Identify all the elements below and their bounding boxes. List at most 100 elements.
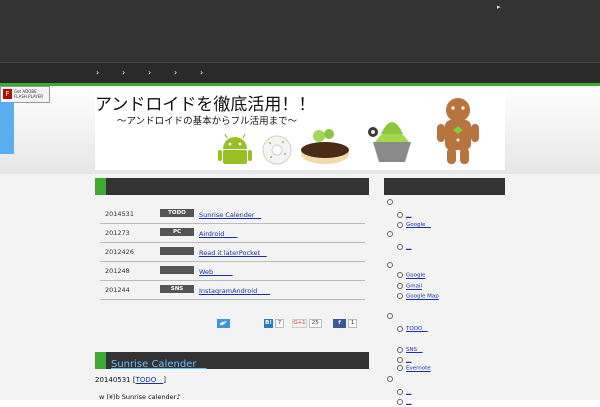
sidebar-link[interactable]: ＿: [406, 212, 412, 218]
flash-player-badge[interactable]: F Get ADOBE FLASH PLAYER: [0, 86, 50, 103]
facebook-share-button[interactable]: f 1: [333, 319, 358, 328]
site-subtitle: ～アンドロイドの基本からフル活用まで～: [117, 116, 298, 127]
article-title-link[interactable]: Sunrise Calender: [111, 355, 206, 370]
post-date: 201273: [105, 229, 130, 237]
bullet-icon: [397, 365, 403, 371]
article-meta: 20140531 [TODO ]: [95, 375, 166, 385]
gplus-count: 25: [308, 319, 322, 328]
sidebar-item[interactable]: Google Map: [397, 293, 439, 303]
flash-icon: F: [3, 89, 12, 99]
sidebar-group: [387, 231, 396, 241]
post-list: 2014531 TODO Sunrise Calender 201273 PC …: [100, 205, 365, 300]
category-badge[interactable]: [160, 247, 194, 255]
sidebar-link[interactable]: Google: [406, 273, 425, 279]
header-banner[interactable]: アンドロイドを徹底活用！！ ～アンドロイドの基本からフル活用まで～: [95, 88, 505, 170]
hatena-count: 7: [274, 319, 285, 328]
bullet-icon: [387, 231, 393, 237]
twitter-icon: [217, 319, 230, 328]
heading-accent: [95, 352, 106, 369]
nav-item-2[interactable]: ›: [122, 68, 125, 77]
froyo-icon: [368, 122, 411, 162]
side-tab[interactable]: [0, 102, 14, 154]
nav-item-4[interactable]: ›: [174, 68, 177, 77]
bullet-icon: [387, 313, 393, 319]
gplus-icon: G+1: [292, 319, 307, 328]
bullet-icon: [397, 272, 403, 278]
post-row: 201244 SNS InstagramAndroid: [100, 281, 365, 300]
hatena-icon: B!: [264, 319, 273, 328]
sidebar-item[interactable]: Google: [397, 220, 431, 230]
facebook-icon: f: [333, 319, 346, 328]
sidebar-group: [387, 313, 396, 323]
sidebar-link[interactable]: ＿: [406, 357, 412, 363]
nav-item-3[interactable]: ›: [148, 68, 151, 77]
category-badge[interactable]: TODO: [160, 209, 194, 217]
sidebar-item[interactable]: ＿: [397, 387, 412, 397]
sidebar-item[interactable]: Gmail: [397, 283, 422, 293]
corner-mark: ▸: [497, 3, 501, 11]
sidebar-item[interactable]: ＿: [397, 242, 412, 252]
bullet-icon: [387, 262, 393, 268]
category-badge[interactable]: [160, 266, 194, 274]
sidebar-item[interactable]: ＿: [397, 210, 412, 220]
sidebar-link[interactable]: SNS: [406, 347, 423, 353]
flash-badge-text: Get ADOBE FLASH PLAYER: [14, 89, 44, 99]
post-title-link[interactable]: Sunrise Calender: [199, 209, 261, 219]
gplus-share-button[interactable]: G+1 25: [292, 319, 322, 328]
bullet-icon: [387, 199, 393, 205]
nav-bar: [0, 62, 600, 84]
post-title-link[interactable]: Read it laterPocket: [199, 247, 267, 257]
donut-icon: [262, 135, 292, 165]
article-meta-close: ]: [163, 376, 167, 384]
bullet-icon: [397, 211, 403, 218]
hatena-share-button[interactable]: B! 7: [264, 319, 285, 328]
bullet-icon: [387, 376, 393, 382]
bullet-icon: [397, 325, 403, 332]
post-date: 201248: [105, 267, 130, 275]
post-date: 2012426: [105, 248, 134, 256]
article-date: 20140531 [: [95, 376, 136, 384]
sidebar-link[interactable]: Google Map: [406, 294, 439, 300]
site-title: アンドロイドを徹底活用！！: [95, 95, 316, 115]
sidebar-group: [387, 262, 396, 272]
eclair-icon: [301, 129, 349, 164]
bullet-icon: [397, 221, 403, 228]
post-date: 2014531: [105, 210, 134, 218]
nav-item-1[interactable]: ›: [96, 68, 99, 77]
sidebar-link[interactable]: ＿: [406, 244, 412, 250]
post-title-link[interactable]: Web: [199, 266, 233, 276]
sidebar-link[interactable]: TODO: [406, 326, 428, 332]
sidebar-group: [387, 199, 396, 209]
sidebar-group: [387, 376, 396, 386]
bullet-icon: [397, 283, 403, 289]
sidebar-link[interactable]: Gmail: [406, 284, 422, 290]
article-category-link[interactable]: TODO: [136, 376, 164, 384]
post-row: 201248 Web: [100, 262, 365, 281]
sidebar-item[interactable]: ＿: [397, 397, 412, 407]
post-title-link[interactable]: InstagramAndroid: [199, 285, 270, 295]
sidebar-link[interactable]: ＿: [406, 389, 412, 395]
nav-item-5[interactable]: ›: [200, 68, 203, 77]
gingerbread-icon: [437, 98, 479, 164]
sidebar-item[interactable]: TODO: [397, 324, 428, 334]
bullet-icon: [397, 346, 403, 353]
post-row: 2014531 TODO Sunrise Calender: [100, 205, 365, 224]
bullet-icon: [397, 356, 403, 363]
bullet-icon: [397, 243, 403, 250]
sidebar-item[interactable]: Google: [397, 272, 425, 282]
sidebar-link[interactable]: Evernote: [406, 366, 431, 372]
bullet-icon: [397, 293, 403, 299]
category-badge[interactable]: PC: [160, 228, 194, 236]
twitter-share-button[interactable]: [217, 319, 230, 328]
top-bar: ▸: [0, 0, 600, 62]
category-badge[interactable]: SNS: [160, 285, 194, 293]
recent-posts-heading: [95, 178, 369, 195]
post-row: 201273 PC Airdroid: [100, 224, 365, 243]
heading-accent: [95, 178, 106, 195]
sidebar-link[interactable]: Google: [406, 222, 431, 228]
sidebar-item[interactable]: Evernote: [397, 365, 431, 375]
sidebar-item[interactable]: ＿: [397, 355, 412, 365]
android-robot-icon: [218, 133, 252, 164]
post-title-link[interactable]: Airdroid: [199, 228, 237, 238]
sidebar-item[interactable]: SNS: [397, 345, 423, 355]
